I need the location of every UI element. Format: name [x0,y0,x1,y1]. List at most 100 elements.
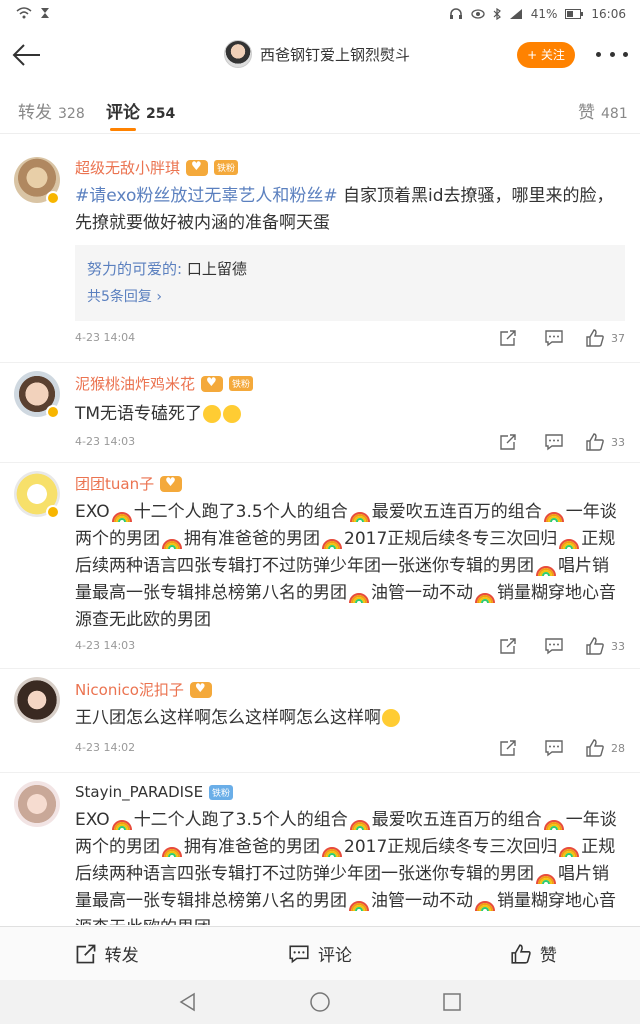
comment-text-segment: 2017正规后续冬专三次回归 [344,529,558,549]
reply-author[interactable]: 努力的可爱的: [87,260,182,278]
comment-icon [545,434,563,451]
share-icon [76,944,96,963]
reply-button[interactable] [541,737,567,759]
tab-comments[interactable]: 评论 254 [106,98,175,123]
reply-button[interactable] [541,635,567,657]
tab-repost[interactable]: 转发 328 [18,98,85,123]
bluetooth-icon [493,8,501,20]
username[interactable]: 超级无敌小胖琪 [75,157,180,178]
like-post-button[interactable]: 赞 [427,927,640,980]
comment-item: Niconico泥扣子 王八团怎么这样啊怎么这样啊怎么这样啊 4-23 14:0… [0,669,640,773]
comment-text-segment: 十二个人跑了3.5个人的组合 [133,502,348,522]
system-back-button[interactable] [176,990,200,1018]
eye-icon [471,9,485,19]
more-options-button[interactable] [596,44,628,64]
username[interactable]: Niconico泥扣子 [75,679,184,700]
comment-text-segment: 2017正规后续冬专三次回归 [344,837,558,857]
back-button[interactable] [10,38,44,72]
like-button[interactable]: 33 [585,637,625,655]
laughing-emoji-icon [203,405,222,423]
rainbow-emoji-icon [161,532,183,550]
repost-button[interactable]: 转发 [0,927,213,980]
comment-text-segment: 最爱吹五连百万的组合 [371,502,542,522]
like-button[interactable]: 28 [585,739,625,757]
crown-icon [186,159,209,176]
thumbs-up-icon [511,943,531,964]
follow-button[interactable]: + 关注 [517,42,575,68]
username[interactable]: 泥猴桃油炸鸡米花 [75,373,195,394]
crown-icon [189,681,212,698]
arrow-left-icon [12,44,40,66]
rainbow-emoji-icon [474,586,496,604]
thumbs-up-icon [586,637,604,655]
tab-bar: 转发 328 评论 254 赞 481 [0,80,640,134]
avatar[interactable] [14,677,60,723]
system-recents-button[interactable] [440,990,464,1018]
comment-text-segment: 拥有准爸爸的男团 [184,837,320,857]
laughing-emoji-icon [223,405,242,423]
rainbow-emoji-icon [348,894,370,912]
comment-icon [545,740,563,757]
like-label: 赞 [539,946,557,966]
comment-text: EXO 十二个人跑了3.5个人的组合 最爱吹五连百万的组合 一年谈两个的男团 拥有准爸爸… [75,499,625,634]
status-bar: 41% 16:06 [0,0,640,30]
comment-time: 4-23 14:04 [75,331,136,344]
avatar[interactable] [14,781,60,827]
verified-icon [46,191,60,205]
comment-text-segment: EXO [75,502,110,522]
rainbow-emoji-icon [349,505,371,523]
like-button[interactable]: 37 [585,329,625,347]
verified-icon [46,505,60,519]
smirk-emoji-icon [382,709,400,727]
post-author[interactable]: 西爸钢钉爱上钢烈熨斗 [224,40,410,68]
comment-button[interactable]: 评论 [213,927,426,980]
system-nav-bar [0,980,640,1024]
rainbow-emoji-icon [535,867,557,885]
share-button[interactable] [495,327,521,349]
battery-level: 41% [530,7,558,21]
signal-icon [509,9,522,19]
crown-icon [201,375,224,392]
thumbs-up-icon [586,739,604,757]
comment-item: 团团tuan子 EXO十二个人跑了3.5个人的组合最爱吹五连百万的组合一年谈两个… [0,463,640,669]
fan-badge: 铁粉 [214,160,239,175]
rainbow-emoji-icon [321,840,343,858]
share-icon [500,330,516,346]
tab-likes[interactable]: 赞 481 [578,98,628,123]
hashtag-link[interactable]: #请exo粉丝放过无辜艺人和粉丝# [75,186,338,206]
share-icon [500,740,516,756]
reply-button[interactable] [541,431,567,453]
comment-text: TM无语专磕死了 [75,401,625,428]
view-replies-link[interactable]: 共5条回复 › [87,283,613,311]
comment-time: 4-23 14:02 [75,741,136,754]
comment-text: #请exo粉丝放过无辜艺人和粉丝# 自家顶着黑id去撩骚，哪里来的脸，先撩就要做… [75,186,614,233]
rainbow-emoji-icon [349,813,371,831]
reply-preview[interactable]: 努力的可爱的: 口上留德 共5条回复 › [75,245,625,321]
battery-icon [565,9,584,19]
like-count: 37 [611,331,625,345]
reply-text: 口上留德 [182,260,247,278]
rainbow-emoji-icon [543,505,565,523]
username[interactable]: 团团tuan子 [75,473,154,494]
rainbow-emoji-icon [474,894,496,912]
rainbow-emoji-icon [348,586,370,604]
rainbow-emoji-icon [321,532,343,550]
like-button[interactable]: 33 [585,433,625,451]
crown-icon [160,475,183,492]
comment-text: 王八团怎么这样啊怎么这样啊怎么这样啊 [75,705,625,732]
wifi-icon [16,7,32,19]
share-button[interactable] [495,635,521,657]
comment-time: 4-23 14:03 [75,435,136,448]
triangle-back-icon [179,992,195,1012]
nav-bar: 西爸钢钉爱上钢烈熨斗 + 关注 [0,30,640,80]
username[interactable]: Stayin_PARADISE [75,783,203,801]
verified-icon [46,405,60,419]
reply-button[interactable] [541,327,567,349]
author-name: 西爸钢钉爱上钢烈熨斗 [260,45,411,64]
comment-text-segment: 最爱吹五连百万的组合 [371,810,542,830]
share-button[interactable] [495,431,521,453]
system-home-button[interactable] [308,990,332,1018]
comment-list[interactable]: 超级无敌小胖琪 铁粉 #请exo粉丝放过无辜艺人和粉丝# 自家顶着黑id去撩骚，… [0,135,640,925]
square-recents-icon [443,993,461,1011]
share-button[interactable] [495,737,521,759]
